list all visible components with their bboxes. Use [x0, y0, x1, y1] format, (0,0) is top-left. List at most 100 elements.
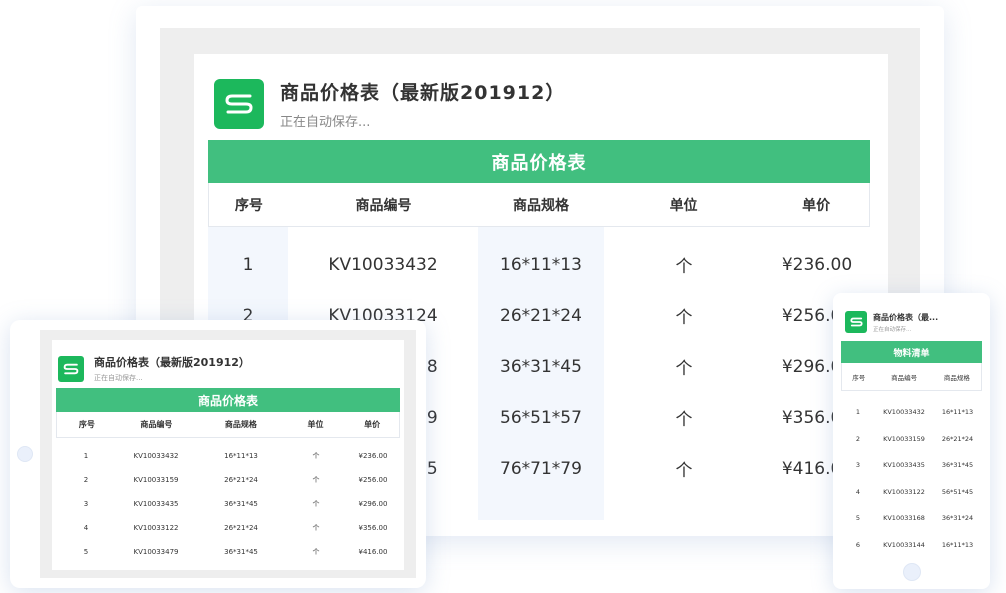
- table-cell[interactable]: 76*71*79: [478, 459, 604, 479]
- table-cell[interactable]: 个: [604, 456, 764, 481]
- sheet-title[interactable]: 商品价格表: [56, 388, 400, 412]
- table-cell[interactable]: 1: [56, 452, 116, 460]
- table-cell[interactable]: 个: [604, 405, 764, 430]
- table-cell[interactable]: 36*31*45: [933, 461, 982, 469]
- table-cell[interactable]: 个: [286, 451, 346, 461]
- table-cell[interactable]: 3: [841, 461, 875, 469]
- table-cell[interactable]: 16*11*13: [196, 452, 286, 460]
- table-cell[interactable]: ¥416.00: [346, 548, 400, 556]
- table-cell[interactable]: 36*31*45: [196, 500, 286, 508]
- column-header[interactable]: 商品编号: [117, 419, 197, 430]
- table-cell[interactable]: 个: [286, 475, 346, 485]
- table-cell[interactable]: 个: [286, 523, 346, 533]
- table-cell[interactable]: 4: [56, 524, 116, 532]
- table-cell[interactable]: KV10033122: [875, 488, 933, 496]
- table-cell[interactable]: 4: [841, 488, 875, 496]
- document-title[interactable]: 商品价格表（最新版201912）: [280, 78, 565, 105]
- table-row[interactable]: 4 KV10033122 56*51*45: [841, 479, 982, 506]
- table-cell[interactable]: 3: [56, 500, 116, 508]
- table-cell[interactable]: KV10033432: [288, 255, 478, 275]
- table-row[interactable]: 4 KV10033122 26*21*24 个 ¥356.00: [56, 516, 400, 540]
- table-row[interactable]: 5 KV10033168 36*31*24: [841, 505, 982, 532]
- column-header[interactable]: 单价: [345, 419, 399, 430]
- table-cell[interactable]: 1: [841, 408, 875, 416]
- table-cell[interactable]: ¥236.00: [346, 452, 400, 460]
- table-cell[interactable]: 26*21*24: [196, 524, 286, 532]
- column-header[interactable]: 商品规格: [196, 419, 285, 430]
- column-header[interactable]: 单位: [604, 195, 764, 215]
- table-cell[interactable]: 26*21*24: [478, 306, 604, 326]
- table-cell[interactable]: 2: [56, 476, 116, 484]
- table-cell[interactable]: 个: [604, 354, 764, 379]
- table-cell[interactable]: 个: [604, 252, 764, 277]
- column-header[interactable]: 商品编号: [876, 372, 933, 382]
- table-row[interactable]: 1 KV10033432 16*11*13 个 ¥236.00: [56, 444, 400, 468]
- column-header[interactable]: 单位: [286, 419, 346, 430]
- column-header[interactable]: 商品规格: [933, 372, 981, 382]
- table-cell[interactable]: 6: [841, 541, 875, 549]
- phone-home-button[interactable]: [903, 563, 921, 581]
- table-cell[interactable]: 56*51*57: [478, 408, 604, 428]
- tablet-spreadsheet: 商品价格表（最新版201912） 正在自动保存... 商品价格表 序号 商品编号…: [52, 340, 404, 570]
- table-row[interactable]: 5 KV10033479 36*31*45 个 ¥416.00: [56, 540, 400, 564]
- table-cell[interactable]: 56*51*45: [933, 488, 982, 496]
- document-title[interactable]: 商品价格表（最新版201912）: [94, 354, 250, 370]
- table-cell[interactable]: ¥356.00: [346, 524, 400, 532]
- s-logo-icon[interactable]: [845, 311, 867, 333]
- table-cell[interactable]: ¥256.00: [346, 476, 400, 484]
- table-cell[interactable]: 36*31*45: [196, 548, 286, 556]
- tablet-home-button[interactable]: [17, 446, 33, 462]
- table-cell[interactable]: KV10033144: [875, 541, 933, 549]
- table-cell[interactable]: KV10033435: [875, 461, 933, 469]
- table-cell[interactable]: 2: [841, 435, 875, 443]
- autosave-status: 正在自动保存...: [280, 115, 371, 130]
- table-cell[interactable]: 16*11*13: [933, 541, 982, 549]
- table-cell[interactable]: 16*11*13: [933, 408, 982, 416]
- column-header[interactable]: 序号: [209, 195, 289, 215]
- table-row[interactable]: 2 KV10033159 26*21*24: [841, 426, 982, 453]
- tablet-device-frame: 商品价格表（最新版201912） 正在自动保存... 商品价格表 序号 商品编号…: [10, 320, 426, 588]
- sheet-title[interactable]: 物料清单: [841, 341, 982, 363]
- column-header[interactable]: 商品规格: [478, 195, 604, 215]
- table-cell[interactable]: 36*31*45: [478, 357, 604, 377]
- table-cell[interactable]: KV10033432: [875, 408, 933, 416]
- table-cell[interactable]: KV10033122: [116, 524, 196, 532]
- table-cell[interactable]: KV10033168: [875, 514, 933, 522]
- table-cell[interactable]: KV10033159: [116, 476, 196, 484]
- table-cell[interactable]: KV10033479: [116, 548, 196, 556]
- s-logo-icon[interactable]: [214, 79, 264, 129]
- table-row[interactable]: 6 KV10033144 16*11*13: [841, 532, 982, 559]
- table-row[interactable]: 1 KV10033432 16*11*13: [841, 399, 982, 426]
- document-title-block: 商品价格表（最新版201912） 正在自动保存...: [280, 78, 565, 130]
- table-cell[interactable]: KV10033159: [875, 435, 933, 443]
- table-row[interactable]: 1 KV10033432 16*11*13 个 ¥236.00: [208, 239, 870, 290]
- table-cell[interactable]: 5: [841, 514, 875, 522]
- table-row[interactable]: 3 KV10033435 36*31*45: [841, 452, 982, 479]
- table-cell[interactable]: 5: [56, 548, 116, 556]
- tablet-screen: 商品价格表（最新版201912） 正在自动保存... 商品价格表 序号 商品编号…: [40, 330, 416, 578]
- table-cell[interactable]: 个: [286, 547, 346, 557]
- table-cell[interactable]: 36*31*24: [933, 514, 982, 522]
- table-cell[interactable]: 个: [286, 499, 346, 509]
- column-header[interactable]: 序号: [57, 419, 117, 430]
- table-cell[interactable]: ¥236.00: [764, 255, 870, 275]
- table-row[interactable]: 2 KV10033159 26*21*24 个 ¥256.00: [56, 468, 400, 492]
- column-header[interactable]: 商品编号: [289, 195, 478, 215]
- table-header-row: 序号 商品编号 商品规格 单位 单价: [56, 412, 400, 438]
- column-header[interactable]: 单价: [763, 195, 869, 215]
- table-cell[interactable]: 26*21*24: [933, 435, 982, 443]
- table-cell[interactable]: KV10033432: [116, 452, 196, 460]
- column-header[interactable]: 序号: [842, 372, 876, 382]
- table-row[interactable]: 3 KV10033435 36*31*45 个 ¥296.00: [56, 492, 400, 516]
- table-cell[interactable]: KV10033435: [116, 500, 196, 508]
- table-cell[interactable]: 1: [208, 255, 288, 275]
- document-title[interactable]: 商品价格表（最...: [873, 312, 938, 323]
- phone-device-frame: 商品价格表（最... 正在自动保存... 物料清单 序号 商品编号 商品规格 1…: [833, 293, 990, 589]
- s-logo-icon[interactable]: [58, 355, 84, 382]
- sheet-title[interactable]: 商品价格表: [208, 140, 870, 183]
- table-cell[interactable]: 26*21*24: [196, 476, 286, 484]
- document-title-block: 商品价格表（最新版201912） 正在自动保存...: [94, 354, 250, 383]
- table-cell[interactable]: 个: [604, 303, 764, 328]
- table-cell[interactable]: ¥296.00: [346, 500, 400, 508]
- table-cell[interactable]: 16*11*13: [478, 255, 604, 275]
